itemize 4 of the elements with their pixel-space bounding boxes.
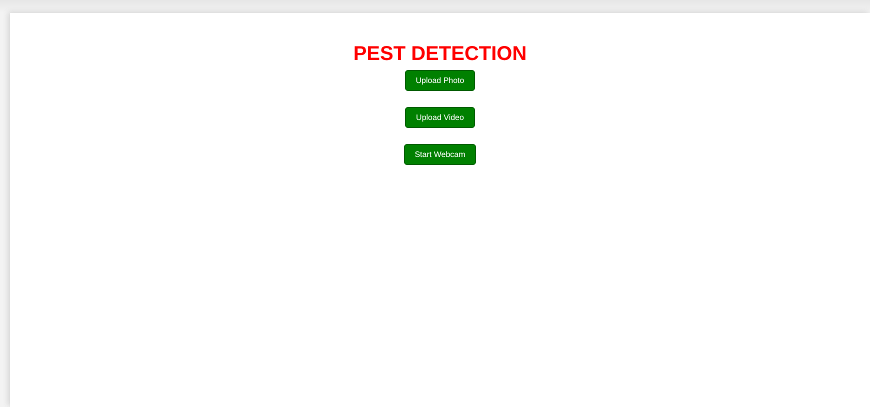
action-button[interactable]: Upload Video <box>405 107 475 128</box>
action-button[interactable]: Start Webcam <box>404 144 476 165</box>
action-button[interactable]: Upload Photo <box>404 70 476 91</box>
page-title: PEST DETECTION <box>353 43 527 65</box>
